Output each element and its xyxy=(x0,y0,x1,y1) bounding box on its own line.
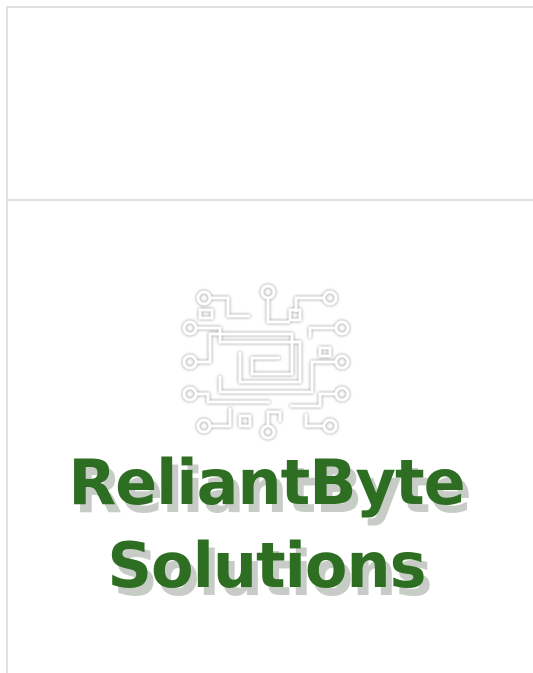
logo-title-line1: ReliantByte xyxy=(68,446,465,519)
circuit-board-icon xyxy=(182,284,350,440)
header-region xyxy=(8,8,533,201)
logo-title-line2: Solutions xyxy=(107,529,426,602)
